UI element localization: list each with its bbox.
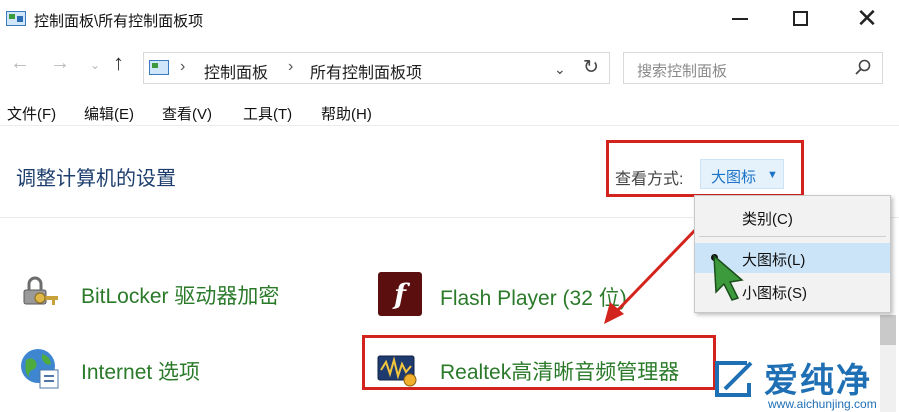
control-panel-icon (149, 60, 169, 75)
navigation-bar: ← → ⌄ ↑ › 控制面板 › 所有控制面板项 ⌄ ↻ 搜索控制面板 (0, 44, 899, 88)
mouse-pointer-icon (713, 254, 744, 301)
address-bar[interactable]: › 控制面板 › 所有控制面板项 ⌄ ↻ (143, 52, 610, 84)
internet-options-icon (21, 349, 59, 389)
title-bar: 控制面板\所有控制面板项 ✕ (0, 0, 899, 40)
menu-option-category[interactable]: 类别(C) (695, 202, 890, 232)
menu-view[interactable]: 查看(V) (162, 103, 212, 124)
caret-down-icon: ▼ (767, 169, 778, 181)
watermark-text: 爱纯净 (764, 362, 872, 400)
option-label: 小图标(S) (742, 285, 807, 302)
minimize-icon (732, 18, 748, 20)
bitlocker-icon (23, 276, 58, 305)
search-placeholder: 搜索控制面板 (637, 63, 728, 80)
breadcrumb-separator-icon[interactable]: › (288, 58, 293, 76)
menu-help[interactable]: 帮助(H) (321, 103, 372, 124)
breadcrumb-separator-icon[interactable]: › (180, 58, 185, 76)
item-flash-player[interactable]: f Flash Player (32 位) (378, 272, 678, 316)
up-arrow-icon[interactable]: ↑ (113, 50, 124, 76)
view-by-value: 大图标 (711, 169, 757, 186)
menu-tools[interactable]: 工具(T) (243, 103, 292, 124)
item-bitlocker[interactable]: BitLocker 驱动器加密 (18, 270, 318, 314)
forward-arrow-icon[interactable]: → (50, 52, 70, 75)
option-label: 类别(C) (742, 211, 793, 228)
control-panel-icon (6, 11, 26, 26)
menu-file[interactable]: 文件(F) (7, 103, 56, 124)
item-label[interactable]: Internet 选项 (81, 356, 200, 386)
search-icon[interactable] (854, 58, 872, 76)
view-by-select[interactable]: 大图标 ▼ (700, 159, 784, 189)
search-input[interactable]: 搜索控制面板 (623, 52, 883, 84)
flash-glyph: f (393, 277, 407, 311)
option-label: 大图标(L) (742, 252, 806, 269)
menu-separator (699, 236, 886, 237)
maximize-icon (792, 10, 808, 26)
breadcrumb-all-items[interactable]: 所有控制面板项 (310, 59, 422, 83)
menu-edit[interactable]: 编辑(E) (84, 103, 134, 124)
realtek-highlight (362, 335, 716, 390)
watermark-url: www.aichunjing.com (768, 397, 877, 411)
window-title: 控制面板\所有控制面板项 (34, 13, 204, 30)
item-label[interactable]: BitLocker 驱动器加密 (81, 280, 279, 310)
address-dropdown-icon[interactable]: ⌄ (554, 61, 566, 78)
view-by-label: 查看方式: (615, 171, 684, 188)
page-title: 调整计算机的设置 (16, 168, 176, 190)
close-button[interactable]: ✕ (850, 4, 884, 32)
maximize-button[interactable] (783, 4, 817, 32)
watermark: 爱纯净 www.aichunjing.com (711, 353, 899, 412)
refresh-icon[interactable]: ↻ (583, 56, 599, 79)
item-internet-options[interactable]: Internet 选项 (18, 346, 318, 390)
breadcrumb-control-panel[interactable]: 控制面板 (204, 59, 268, 83)
flash-icon: f (378, 272, 422, 316)
item-label[interactable]: Flash Player (32 位) (440, 282, 627, 312)
menu-bar: 文件(F) 编辑(E) 查看(V) 工具(T) 帮助(H) (0, 96, 899, 126)
recent-locations-chevron-icon[interactable]: ⌄ (90, 58, 100, 72)
close-icon: ✕ (856, 3, 878, 33)
back-arrow-icon[interactable]: ← (10, 52, 30, 75)
minimize-button[interactable] (723, 4, 757, 32)
watermark-logo-icon (715, 361, 753, 397)
view-by-highlight: 查看方式: 大图标 ▼ (606, 140, 804, 197)
scrollbar-thumb[interactable] (880, 315, 896, 345)
